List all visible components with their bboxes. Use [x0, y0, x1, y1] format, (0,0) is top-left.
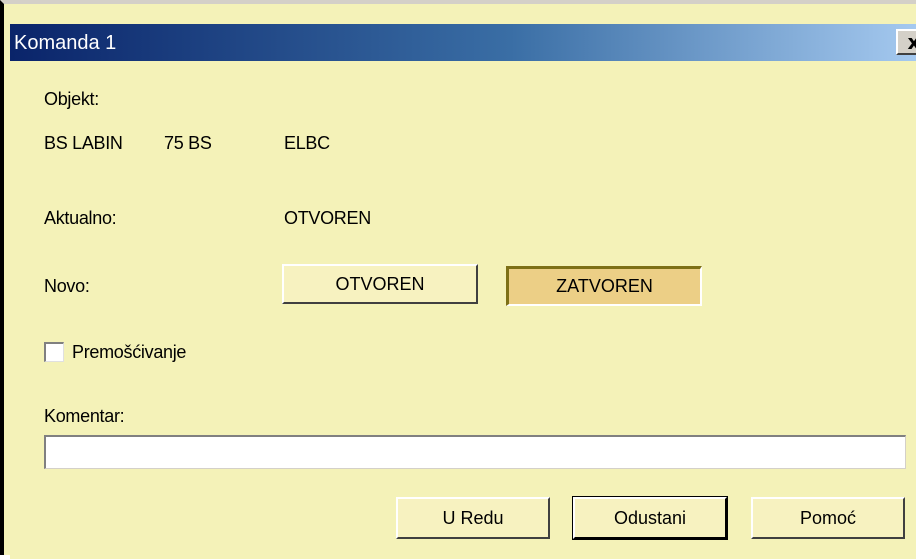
help-button[interactable]: Pomoć: [751, 497, 905, 539]
object-element: ELBC: [284, 133, 330, 153]
object-bay: 75 BS: [164, 133, 212, 153]
comment-input[interactable]: [44, 435, 906, 469]
comment-label: Komentar:: [44, 406, 125, 426]
ok-button[interactable]: U Redu: [396, 497, 550, 539]
bypass-checkbox[interactable]: [44, 342, 64, 362]
title-bar[interactable]: Komanda 1 x: [10, 24, 916, 61]
object-label: Objekt:: [44, 89, 99, 109]
bypass-label: Premošćivanje: [72, 342, 187, 362]
object-station: BS LABIN: [44, 133, 123, 153]
close-icon: x: [907, 30, 916, 54]
new-state-label: Novo:: [44, 276, 90, 296]
option-open-button[interactable]: OTVOREN: [282, 264, 478, 304]
command-dialog: Komanda 1 x Objekt: BS LABIN 75 BS ELBC …: [0, 0, 916, 559]
option-closed-button[interactable]: ZATVOREN: [506, 266, 702, 306]
window-title: Komanda 1: [14, 32, 117, 54]
dialog-body: Objekt: BS LABIN 75 BS ELBC Aktualno: OT…: [10, 61, 916, 559]
cancel-button[interactable]: Odustani: [572, 496, 728, 540]
current-state-value: OTVOREN: [284, 208, 371, 228]
close-button[interactable]: x: [896, 29, 916, 55]
current-state-label: Aktualno:: [44, 208, 117, 228]
